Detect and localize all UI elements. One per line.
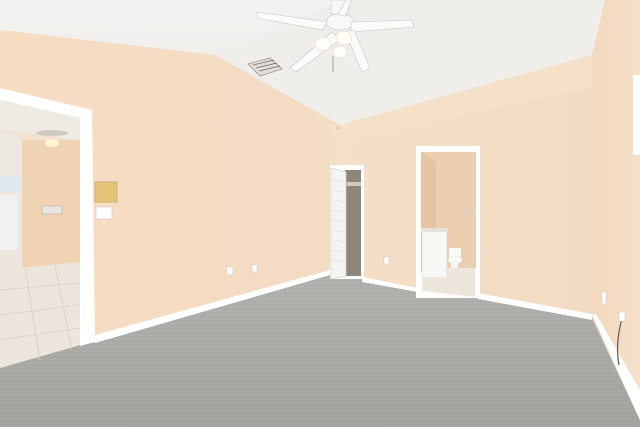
towel-bar [462, 210, 474, 212]
hallway-wall [20, 140, 80, 268]
fan-light-bulb [314, 36, 332, 52]
fan-light-bulb [335, 30, 353, 46]
right-wall-outlet [601, 291, 607, 305]
bedroom-photo [0, 0, 640, 427]
vanity-countertop [421, 228, 448, 232]
power-outlet-center [251, 264, 258, 273]
back-outlet [383, 256, 390, 265]
closet-shelf [347, 182, 361, 186]
hallway-door [0, 195, 18, 250]
bifold-closet-door [330, 167, 347, 280]
window-edge-right [633, 75, 640, 155]
hallway-window [0, 176, 20, 192]
thermostat [41, 205, 63, 215]
bathroom-vanity [421, 229, 448, 279]
power-outlet-left [226, 266, 234, 276]
corner-fixture [336, 126, 340, 130]
fan-light-bulb [332, 45, 348, 59]
wall-plaque [94, 181, 118, 203]
cable-jack [618, 311, 626, 322]
light-switch [95, 206, 113, 220]
